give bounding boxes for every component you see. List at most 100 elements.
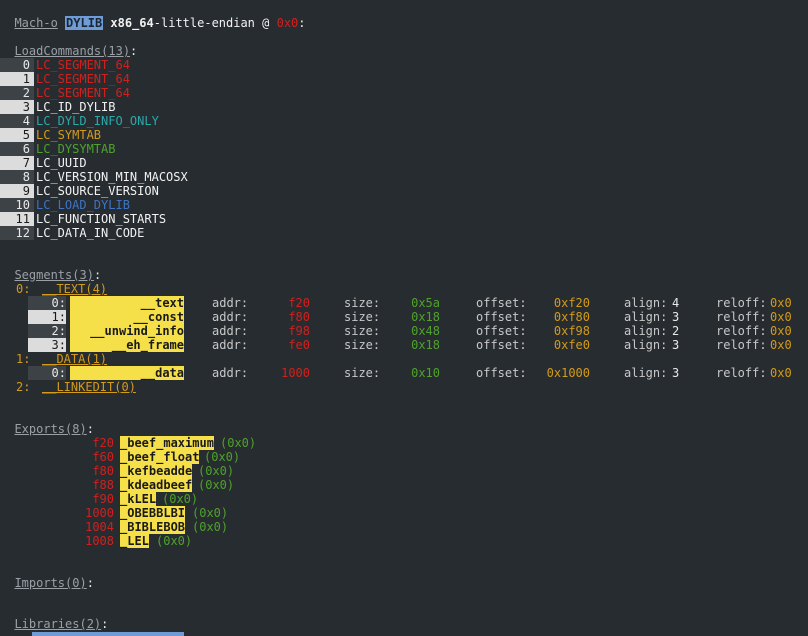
section-align: 2 xyxy=(672,324,680,338)
size-label: size: xyxy=(344,338,381,352)
export-symbol[interactable]: _LEL xyxy=(120,534,149,548)
libraries-colon: : xyxy=(101,617,109,631)
load-command-item[interactable]: LC_SEGMENT_64 xyxy=(36,58,130,72)
section-size: 0x18 xyxy=(411,338,440,352)
load-command-item[interactable]: LC_ID_DYLIB xyxy=(36,100,115,114)
section-reloff: 0x0 xyxy=(770,324,792,338)
header-colon: : xyxy=(298,16,306,30)
section-name[interactable]: __const xyxy=(70,310,184,324)
offset-label: offset: xyxy=(476,324,527,338)
section-name[interactable]: __eh_frame xyxy=(70,338,184,352)
header-address: 0x0 xyxy=(276,16,299,30)
export-symbol[interactable]: _beef_maximum xyxy=(120,436,214,450)
export-symbol[interactable]: _kLEL xyxy=(120,492,157,506)
load-command-item[interactable]: LC_DYLD_INFO_ONLY xyxy=(36,114,159,128)
segment-linkedit[interactable]: __LINKEDIT(0) xyxy=(42,380,136,394)
exports-heading: Exports(8): xyxy=(0,408,93,436)
arch-label: x86_64 xyxy=(110,16,154,30)
size-label: size: xyxy=(344,324,381,338)
export-flags: (0x0) xyxy=(198,478,235,492)
section-align: 3 xyxy=(672,366,680,380)
load-command-item[interactable]: LC_DATA_IN_CODE xyxy=(36,226,144,240)
section-name[interactable]: __unwind_info xyxy=(70,324,184,338)
offset-label: offset: xyxy=(476,338,527,352)
export-addr: f88 xyxy=(92,478,114,492)
lc-index: 4 xyxy=(22,114,30,128)
lc-index: 7 xyxy=(22,156,30,170)
offset-label: offset: xyxy=(476,366,527,380)
section-reloff: 0x0 xyxy=(770,296,792,310)
section-name[interactable]: __data xyxy=(70,366,184,380)
section-offset: 0xf98 xyxy=(553,324,590,338)
segment-data[interactable]: __DATA(1) xyxy=(42,352,107,366)
lc-index: 8 xyxy=(22,170,30,184)
load-commands-title: LoadCommands(13) xyxy=(14,44,131,58)
reloff-label: reloff: xyxy=(716,324,767,338)
imports-heading: Imports(0): xyxy=(0,562,93,590)
export-symbol[interactable]: _kefbeadde xyxy=(120,464,193,478)
filetype-badge: DYLIB xyxy=(65,16,104,30)
load-command-item[interactable]: LC_LOAD_DYLIB xyxy=(36,198,130,212)
offset-label: offset: xyxy=(476,310,527,324)
lc-index: 9 xyxy=(22,184,30,198)
section-reloff: 0x0 xyxy=(770,338,792,352)
load-command-item[interactable]: LC_SYMTAB xyxy=(36,128,101,142)
segment-index: 2: xyxy=(16,380,31,394)
segments-title: Segments(3) xyxy=(14,268,94,282)
offset-label: offset: xyxy=(476,296,527,310)
endian-label: -little-endian @ xyxy=(153,16,277,30)
imports-title: Imports(0) xyxy=(14,576,87,590)
segment-index: 0: xyxy=(16,282,31,296)
section-offset: 0xfe0 xyxy=(553,338,590,352)
align-label: align: xyxy=(624,310,668,324)
load-command-item[interactable]: LC_FUNCTION_STARTS xyxy=(36,212,166,226)
lc-index: 2 xyxy=(22,86,30,100)
export-symbol[interactable]: _kdeadbeef xyxy=(120,478,193,492)
section-addr: f98 xyxy=(288,324,310,338)
lc-index: 11 xyxy=(15,212,30,226)
lc-index: 5 xyxy=(22,128,30,142)
section-size: 0x18 xyxy=(411,310,440,324)
addr-label: addr: xyxy=(212,366,249,380)
section-index: 2: xyxy=(51,324,66,338)
load-command-item[interactable]: LC_SEGMENT_64 xyxy=(36,72,130,86)
load-command-item[interactable]: LC_SEGMENT_64 xyxy=(36,86,130,100)
load-command-item[interactable]: LC_DYSYMTAB xyxy=(36,142,115,156)
section-index: 0: xyxy=(51,366,66,380)
reloff-label: reloff: xyxy=(716,296,767,310)
section-size: 0x5a xyxy=(411,296,440,310)
header-line: Mach-o DYLIB x86_64-little-endian @ 0x0: xyxy=(0,2,306,30)
exports-colon: : xyxy=(86,422,94,436)
load-command-item[interactable]: LC_UUID xyxy=(36,156,87,170)
segments-colon: : xyxy=(93,268,102,282)
export-flags: (0x0) xyxy=(192,506,229,520)
lc-index: 12 xyxy=(15,226,30,240)
load-command-item[interactable]: LC_SOURCE_VERSION xyxy=(36,184,159,198)
export-symbol[interactable]: _BIBLEBOB xyxy=(120,520,186,534)
reloff-label: reloff: xyxy=(716,338,767,352)
align-label: align: xyxy=(624,338,668,352)
section-reloff: 0x0 xyxy=(770,366,792,380)
export-symbol[interactable]: _beef_float xyxy=(120,450,200,464)
size-label: size: xyxy=(344,310,381,324)
export-addr: f60 xyxy=(92,450,114,464)
export-symbol[interactable]: _OBEBBLBI xyxy=(120,506,186,520)
section-size: 0x10 xyxy=(411,366,440,380)
library-row-partial[interactable] xyxy=(32,632,184,636)
export-addr: 1000 xyxy=(85,506,114,520)
segment-text[interactable]: __TEXT(4) xyxy=(42,282,107,296)
export-addr: f20 xyxy=(92,436,114,450)
load-command-item[interactable]: LC_VERSION_MIN_MACOSX xyxy=(36,170,188,184)
export-flags: (0x0) xyxy=(156,534,193,548)
reloff-label: reloff: xyxy=(716,310,767,324)
exports-title: Exports(8) xyxy=(14,422,87,436)
export-flags: (0x0) xyxy=(162,492,199,506)
align-label: align: xyxy=(624,324,668,338)
section-name[interactable]: __text xyxy=(70,296,184,310)
libraries-heading: Libraries(2): xyxy=(0,603,108,631)
section-align: 4 xyxy=(672,296,680,310)
segments-heading: Segments(3): xyxy=(0,254,101,282)
align-label: align: xyxy=(624,366,668,380)
section-offset: 0xf20 xyxy=(553,296,590,310)
libraries-title: Libraries(2) xyxy=(14,617,102,631)
